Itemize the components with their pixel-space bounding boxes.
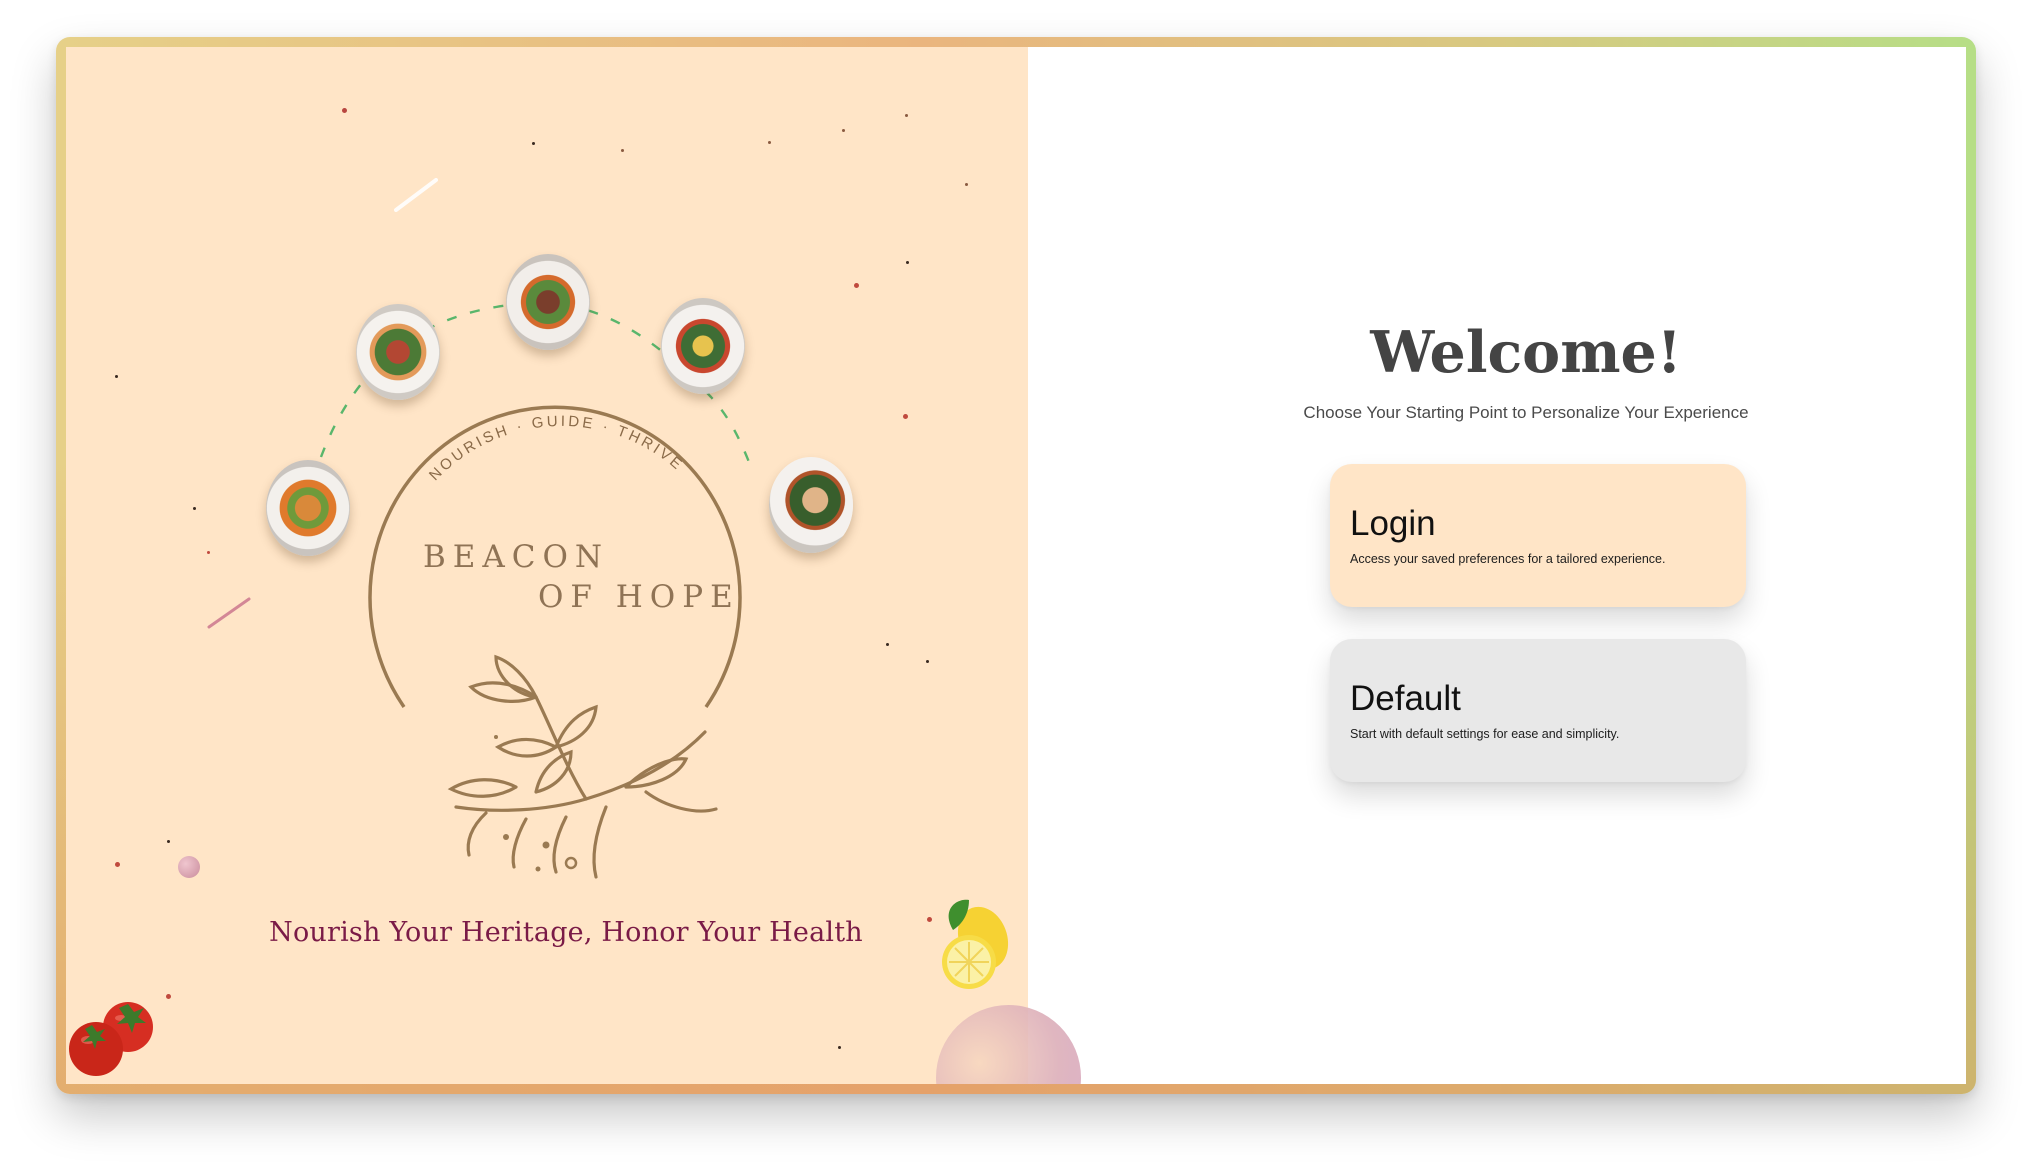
welcome-panel: Welcome! Choose Your Starting Point to P… bbox=[1028, 47, 1966, 1084]
welcome-heading: Welcome! bbox=[1370, 319, 1682, 386]
food-plate-icon bbox=[661, 298, 745, 394]
login-option-card[interactable]: Login Access your saved preferences for … bbox=[1330, 464, 1746, 607]
login-option-title: Login bbox=[1350, 504, 1436, 543]
logo-brand-line2: OF HOPE bbox=[538, 579, 740, 615]
tagline: Nourish Your Heritage, Honor Your Health bbox=[269, 917, 863, 948]
food-plate-icon bbox=[769, 457, 853, 553]
default-option-card[interactable]: Default Start with default settings for … bbox=[1330, 639, 1746, 782]
tomato-icon bbox=[69, 1002, 153, 1076]
welcome-subtitle: Choose Your Starting Point to Personaliz… bbox=[1303, 403, 1749, 422]
food-plate-icon bbox=[506, 254, 590, 350]
default-option-description: Start with default settings for ease and… bbox=[1350, 727, 1620, 741]
food-plate-icon bbox=[356, 304, 440, 400]
logo-brand-line1: BEACON bbox=[423, 539, 609, 575]
default-option-title: Default bbox=[1350, 679, 1461, 718]
window-content: NOURISH · GUIDE · THRIVE BEACON OF HOPE bbox=[66, 47, 1966, 1084]
logo-arc-text: NOURISH · GUIDE · THRIVE bbox=[426, 413, 684, 484]
login-option-description: Access your saved preferences for a tail… bbox=[1350, 552, 1666, 566]
brand-panel: NOURISH · GUIDE · THRIVE BEACON OF HOPE bbox=[66, 47, 1028, 1084]
svg-text:NOURISH · GUIDE · THRIVE: NOURISH · GUIDE · THRIVE bbox=[426, 413, 687, 484]
app-window: NOURISH · GUIDE · THRIVE BEACON OF HOPE bbox=[56, 37, 1976, 1094]
food-plate-icon bbox=[266, 460, 350, 556]
